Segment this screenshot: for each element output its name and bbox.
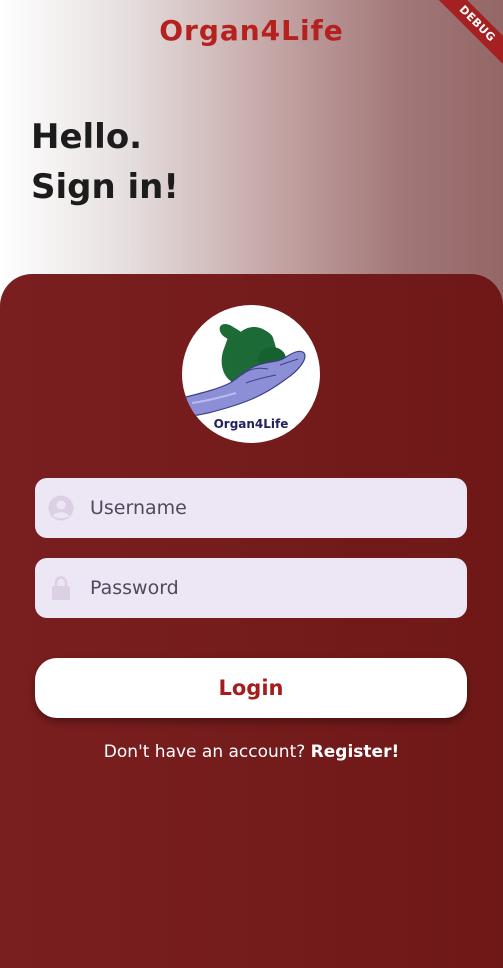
password-input[interactable] [90, 558, 450, 618]
lock-icon [52, 576, 70, 600]
greeting-sign-in: Sign in! [31, 167, 179, 207]
password-field[interactable] [35, 558, 467, 618]
login-screen: Organ4Life DEBUG Hello. Sign in! Organ4L… [0, 0, 503, 968]
user-icon [48, 495, 74, 521]
username-input[interactable] [90, 478, 450, 538]
register-row: Don't have an account? Register! [0, 742, 503, 762]
greeting: Hello. Sign in! [31, 112, 179, 212]
login-button[interactable]: Login [35, 658, 467, 718]
register-link[interactable]: Register! [311, 742, 400, 762]
greeting-hello: Hello. [31, 117, 143, 157]
app-title: Organ4Life [159, 14, 344, 47]
username-field[interactable] [35, 478, 467, 538]
register-prompt: Don't have an account? [103, 742, 306, 762]
app-logo: Organ4Life [182, 305, 320, 443]
logo-text: Organ4Life [213, 417, 289, 431]
